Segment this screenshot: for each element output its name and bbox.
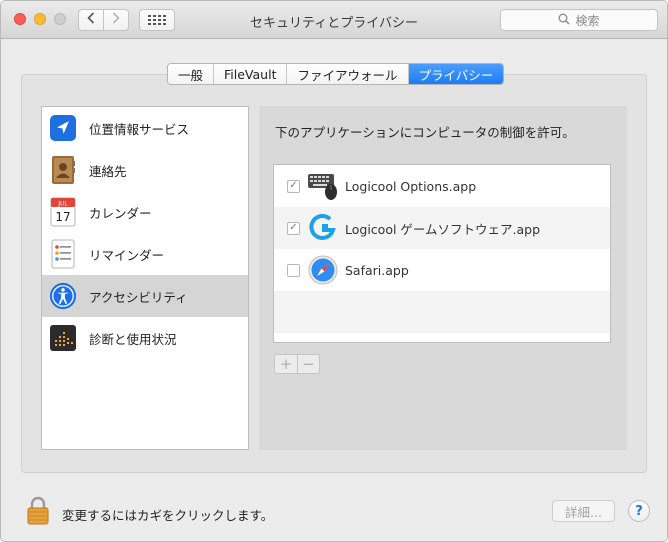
search-icon <box>558 13 575 28</box>
lock-message: 変更するにはカギをクリックします。 <box>62 508 274 523</box>
calendar-icon: JUL 17 <box>49 197 77 227</box>
app-list: ✓ Logicool Options.app ✓ Logicool ゲームソフト… <box>273 164 611 343</box>
accessibility-icon <box>49 281 77 311</box>
diagnostics-icon <box>49 323 77 353</box>
chevron-right-icon <box>112 12 120 28</box>
add-app-button[interactable]: + <box>274 354 297 374</box>
sidebar-item-calendar[interactable]: JUL 17 カレンダー <box>42 191 248 233</box>
tab-filevault[interactable]: FileVault <box>214 64 288 84</box>
logicool-g-icon <box>306 211 340 245</box>
back-button[interactable] <box>78 9 104 31</box>
contacts-book-icon <box>49 155 77 185</box>
tab-bar: 一般 FileVault ファイアウォール プライバシー <box>167 63 505 85</box>
sidebar-item-accessibility[interactable]: アクセシビリティ <box>42 275 248 317</box>
reminders-icon <box>49 239 77 269</box>
privacy-category-list: 位置情報サービス 連絡先 JUL 17 カレンダー リマインダー アクセシビリテ… <box>41 106 249 450</box>
list-item-logicool-gaming: ✓ Logicool ゲームソフトウェア.app <box>274 207 610 249</box>
sidebar-item-reminders[interactable]: リマインダー <box>42 233 248 275</box>
keyboard-mouse-icon <box>306 169 340 203</box>
sidebar-item-diagnostics[interactable]: 診断と使用状況 <box>42 317 248 359</box>
sidebar-item-label: カレンダー <box>89 205 152 221</box>
app-name: Safari.app <box>345 262 409 278</box>
safari-compass-icon <box>306 253 340 287</box>
tab-general[interactable]: 一般 <box>168 64 215 84</box>
app-checkbox[interactable] <box>287 263 300 277</box>
calendar-month-label: JUL <box>57 201 68 208</box>
list-item-safari: Safari.app <box>274 249 610 291</box>
sidebar-item-label: 位置情報サービス <box>89 121 190 137</box>
list-empty-row <box>274 291 610 333</box>
sidebar-item-label: リマインダー <box>89 247 165 263</box>
search-field[interactable]: 検索 <box>500 9 658 31</box>
sidebar-item-label: アクセシビリティ <box>89 289 188 305</box>
title-bar: セキュリティとプライバシー 検索 <box>1 1 667 39</box>
sidebar-item-label: 診断と使用状況 <box>89 331 177 347</box>
help-button[interactable]: ? <box>628 500 650 522</box>
tab-privacy[interactable]: プライバシー <box>408 64 504 84</box>
lock-icon[interactable] <box>26 496 50 529</box>
preferences-window: セキュリティとプライバシー 検索 一般 FileVault ファイアウォール プ… <box>0 0 668 542</box>
calendar-day-label: 17 <box>55 210 70 224</box>
zoom-window-button[interactable] <box>54 13 66 25</box>
add-remove-buttons: + − <box>274 354 320 374</box>
details-button[interactable]: 詳細... <box>552 500 615 522</box>
chevron-left-icon <box>87 12 95 28</box>
sidebar-item-label: 連絡先 <box>89 163 127 179</box>
app-checkbox[interactable]: ✓ <box>287 221 300 235</box>
sidebar-item-contacts[interactable]: 連絡先 <box>42 149 248 191</box>
remove-app-button[interactable]: − <box>297 354 320 374</box>
app-name: Logicool ゲームソフトウェア.app <box>345 221 541 237</box>
minimize-window-button[interactable] <box>34 13 46 25</box>
app-checkbox[interactable]: ✓ <box>287 179 300 193</box>
app-name: Logicool Options.app <box>345 178 477 194</box>
permission-prompt: 下のアプリケーションにコンピュータの制御を許可。 <box>275 125 575 140</box>
list-item-logicool-options: ✓ Logicool Options.app <box>274 165 610 207</box>
search-placeholder: 検索 <box>575 13 600 28</box>
window-title: セキュリティとプライバシー <box>250 16 418 31</box>
sidebar-item-location-services[interactable]: 位置情報サービス <box>42 107 248 149</box>
grid-icon <box>148 15 166 25</box>
tab-firewall[interactable]: ファイアウォール <box>287 64 409 84</box>
show-all-button[interactable] <box>139 9 175 31</box>
close-window-button[interactable] <box>14 13 26 25</box>
forward-button[interactable] <box>103 9 129 31</box>
location-arrow-icon <box>49 113 77 143</box>
